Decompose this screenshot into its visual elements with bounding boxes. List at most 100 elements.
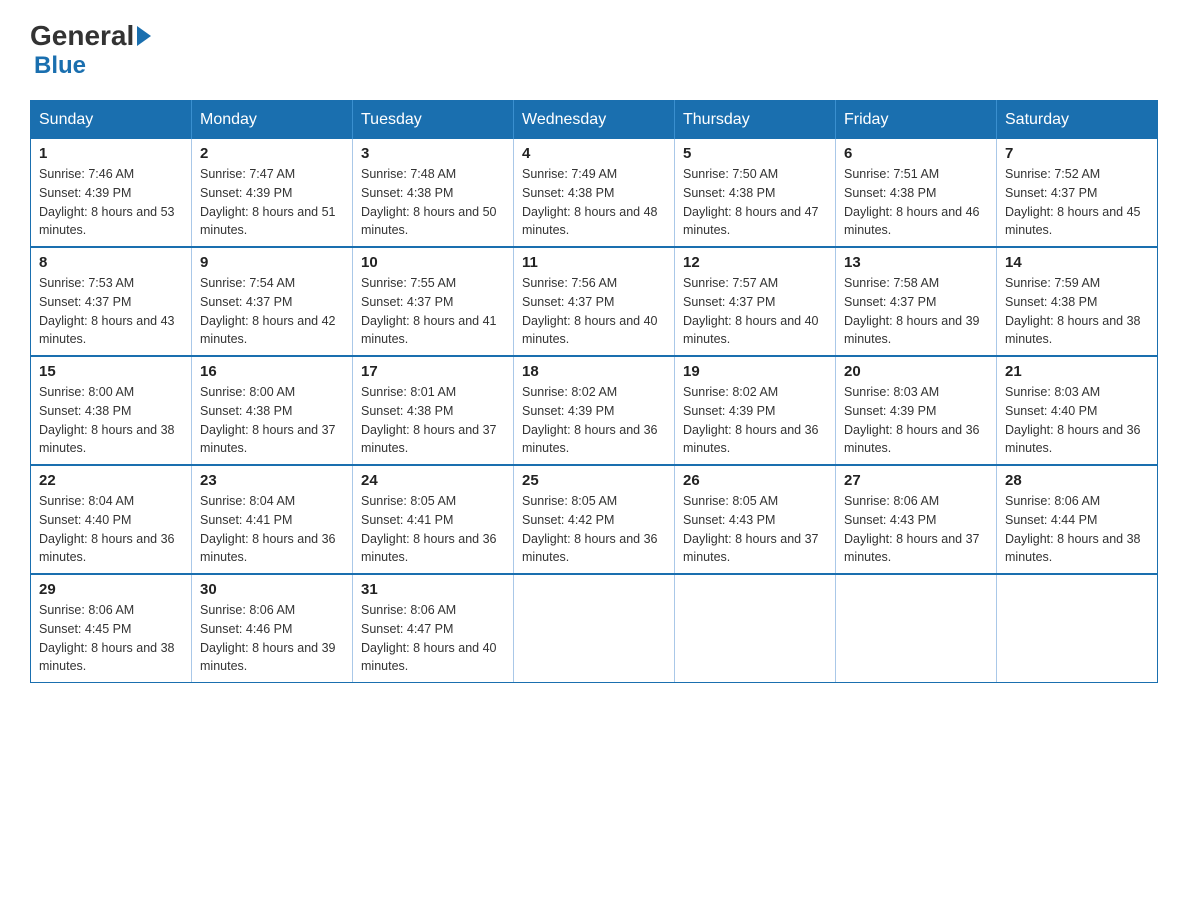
page-header: General Blue xyxy=(30,20,1158,80)
calendar-cell xyxy=(836,574,997,683)
day-info: Sunrise: 8:00 AMSunset: 4:38 PMDaylight:… xyxy=(200,385,336,455)
day-number: 9 xyxy=(200,254,344,271)
day-number: 28 xyxy=(1005,472,1149,489)
calendar-cell: 15 Sunrise: 8:00 AMSunset: 4:38 PMDaylig… xyxy=(31,356,192,465)
day-number: 11 xyxy=(522,254,666,271)
day-info: Sunrise: 8:06 AMSunset: 4:44 PMDaylight:… xyxy=(1005,494,1141,564)
calendar-cell: 23 Sunrise: 8:04 AMSunset: 4:41 PMDaylig… xyxy=(192,465,353,574)
calendar-cell: 11 Sunrise: 7:56 AMSunset: 4:37 PMDaylig… xyxy=(514,247,675,356)
day-number: 4 xyxy=(522,145,666,162)
day-info: Sunrise: 8:03 AMSunset: 4:40 PMDaylight:… xyxy=(1005,385,1141,455)
calendar-cell: 21 Sunrise: 8:03 AMSunset: 4:40 PMDaylig… xyxy=(997,356,1158,465)
calendar-cell: 12 Sunrise: 7:57 AMSunset: 4:37 PMDaylig… xyxy=(675,247,836,356)
day-number: 23 xyxy=(200,472,344,489)
calendar-cell: 17 Sunrise: 8:01 AMSunset: 4:38 PMDaylig… xyxy=(353,356,514,465)
day-info: Sunrise: 7:52 AMSunset: 4:37 PMDaylight:… xyxy=(1005,167,1141,237)
day-number: 10 xyxy=(361,254,505,271)
day-header-saturday: Saturday xyxy=(997,101,1158,140)
calendar-cell: 31 Sunrise: 8:06 AMSunset: 4:47 PMDaylig… xyxy=(353,574,514,683)
logo: General Blue xyxy=(30,20,151,80)
day-header-thursday: Thursday xyxy=(675,101,836,140)
day-header-friday: Friday xyxy=(836,101,997,140)
calendar-body: 1 Sunrise: 7:46 AMSunset: 4:39 PMDayligh… xyxy=(31,139,1158,683)
day-info: Sunrise: 8:05 AMSunset: 4:43 PMDaylight:… xyxy=(683,494,819,564)
day-info: Sunrise: 8:06 AMSunset: 4:46 PMDaylight:… xyxy=(200,603,336,673)
calendar-cell: 4 Sunrise: 7:49 AMSunset: 4:38 PMDayligh… xyxy=(514,139,675,247)
calendar-cell: 14 Sunrise: 7:59 AMSunset: 4:38 PMDaylig… xyxy=(997,247,1158,356)
day-info: Sunrise: 7:58 AMSunset: 4:37 PMDaylight:… xyxy=(844,276,980,346)
day-number: 30 xyxy=(200,581,344,598)
day-info: Sunrise: 7:53 AMSunset: 4:37 PMDaylight:… xyxy=(39,276,175,346)
day-info: Sunrise: 8:02 AMSunset: 4:39 PMDaylight:… xyxy=(683,385,819,455)
calendar-week-row: 22 Sunrise: 8:04 AMSunset: 4:40 PMDaylig… xyxy=(31,465,1158,574)
day-info: Sunrise: 8:01 AMSunset: 4:38 PMDaylight:… xyxy=(361,385,497,455)
calendar-cell: 1 Sunrise: 7:46 AMSunset: 4:39 PMDayligh… xyxy=(31,139,192,247)
day-info: Sunrise: 8:04 AMSunset: 4:40 PMDaylight:… xyxy=(39,494,175,564)
calendar-cell: 3 Sunrise: 7:48 AMSunset: 4:38 PMDayligh… xyxy=(353,139,514,247)
day-number: 31 xyxy=(361,581,505,598)
day-info: Sunrise: 7:54 AMSunset: 4:37 PMDaylight:… xyxy=(200,276,336,346)
day-header-tuesday: Tuesday xyxy=(353,101,514,140)
day-info: Sunrise: 8:03 AMSunset: 4:39 PMDaylight:… xyxy=(844,385,980,455)
calendar-cell: 10 Sunrise: 7:55 AMSunset: 4:37 PMDaylig… xyxy=(353,247,514,356)
day-info: Sunrise: 7:49 AMSunset: 4:38 PMDaylight:… xyxy=(522,167,658,237)
logo-general-text: General xyxy=(30,20,134,52)
day-info: Sunrise: 8:02 AMSunset: 4:39 PMDaylight:… xyxy=(522,385,658,455)
day-number: 26 xyxy=(683,472,827,489)
calendar-week-row: 8 Sunrise: 7:53 AMSunset: 4:37 PMDayligh… xyxy=(31,247,1158,356)
calendar-week-row: 1 Sunrise: 7:46 AMSunset: 4:39 PMDayligh… xyxy=(31,139,1158,247)
calendar-cell: 29 Sunrise: 8:06 AMSunset: 4:45 PMDaylig… xyxy=(31,574,192,683)
calendar-header-row: SundayMondayTuesdayWednesdayThursdayFrid… xyxy=(31,101,1158,140)
day-info: Sunrise: 8:04 AMSunset: 4:41 PMDaylight:… xyxy=(200,494,336,564)
day-number: 17 xyxy=(361,363,505,380)
calendar-cell: 16 Sunrise: 8:00 AMSunset: 4:38 PMDaylig… xyxy=(192,356,353,465)
calendar-cell: 26 Sunrise: 8:05 AMSunset: 4:43 PMDaylig… xyxy=(675,465,836,574)
day-number: 29 xyxy=(39,581,183,598)
calendar-cell: 19 Sunrise: 8:02 AMSunset: 4:39 PMDaylig… xyxy=(675,356,836,465)
day-number: 19 xyxy=(683,363,827,380)
day-number: 3 xyxy=(361,145,505,162)
calendar-table: SundayMondayTuesdayWednesdayThursdayFrid… xyxy=(30,100,1158,683)
day-header-wednesday: Wednesday xyxy=(514,101,675,140)
logo-arrow-icon xyxy=(137,26,151,46)
day-number: 24 xyxy=(361,472,505,489)
day-number: 20 xyxy=(844,363,988,380)
calendar-cell: 13 Sunrise: 7:58 AMSunset: 4:37 PMDaylig… xyxy=(836,247,997,356)
day-number: 21 xyxy=(1005,363,1149,380)
calendar-cell: 28 Sunrise: 8:06 AMSunset: 4:44 PMDaylig… xyxy=(997,465,1158,574)
day-number: 12 xyxy=(683,254,827,271)
day-info: Sunrise: 7:55 AMSunset: 4:37 PMDaylight:… xyxy=(361,276,497,346)
day-number: 7 xyxy=(1005,145,1149,162)
day-info: Sunrise: 7:56 AMSunset: 4:37 PMDaylight:… xyxy=(522,276,658,346)
day-info: Sunrise: 8:00 AMSunset: 4:38 PMDaylight:… xyxy=(39,385,175,455)
day-info: Sunrise: 7:50 AMSunset: 4:38 PMDaylight:… xyxy=(683,167,819,237)
day-number: 2 xyxy=(200,145,344,162)
day-info: Sunrise: 7:57 AMSunset: 4:37 PMDaylight:… xyxy=(683,276,819,346)
day-number: 5 xyxy=(683,145,827,162)
day-info: Sunrise: 7:59 AMSunset: 4:38 PMDaylight:… xyxy=(1005,276,1141,346)
day-number: 13 xyxy=(844,254,988,271)
calendar-cell: 30 Sunrise: 8:06 AMSunset: 4:46 PMDaylig… xyxy=(192,574,353,683)
day-info: Sunrise: 8:06 AMSunset: 4:43 PMDaylight:… xyxy=(844,494,980,564)
calendar-cell: 7 Sunrise: 7:52 AMSunset: 4:37 PMDayligh… xyxy=(997,139,1158,247)
calendar-week-row: 29 Sunrise: 8:06 AMSunset: 4:45 PMDaylig… xyxy=(31,574,1158,683)
day-info: Sunrise: 7:51 AMSunset: 4:38 PMDaylight:… xyxy=(844,167,980,237)
day-number: 15 xyxy=(39,363,183,380)
calendar-cell xyxy=(997,574,1158,683)
day-info: Sunrise: 8:05 AMSunset: 4:41 PMDaylight:… xyxy=(361,494,497,564)
calendar-cell xyxy=(675,574,836,683)
day-number: 16 xyxy=(200,363,344,380)
day-number: 22 xyxy=(39,472,183,489)
day-header-sunday: Sunday xyxy=(31,101,192,140)
logo-blue-text: Blue xyxy=(34,52,86,80)
day-number: 27 xyxy=(844,472,988,489)
day-number: 25 xyxy=(522,472,666,489)
calendar-cell: 20 Sunrise: 8:03 AMSunset: 4:39 PMDaylig… xyxy=(836,356,997,465)
calendar-cell: 22 Sunrise: 8:04 AMSunset: 4:40 PMDaylig… xyxy=(31,465,192,574)
logo-general: General xyxy=(30,20,151,52)
calendar-cell: 8 Sunrise: 7:53 AMSunset: 4:37 PMDayligh… xyxy=(31,247,192,356)
calendar-cell: 25 Sunrise: 8:05 AMSunset: 4:42 PMDaylig… xyxy=(514,465,675,574)
day-number: 6 xyxy=(844,145,988,162)
day-info: Sunrise: 8:06 AMSunset: 4:45 PMDaylight:… xyxy=(39,603,175,673)
calendar-cell: 24 Sunrise: 8:05 AMSunset: 4:41 PMDaylig… xyxy=(353,465,514,574)
